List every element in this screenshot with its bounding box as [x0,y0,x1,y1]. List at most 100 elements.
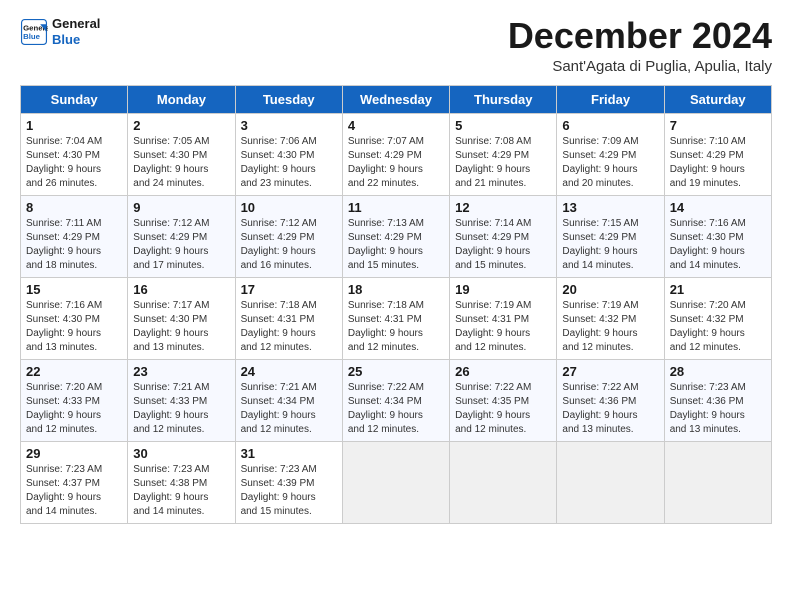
weekday-header-thursday: Thursday [450,85,557,113]
day-number: 18 [348,282,444,297]
calendar-cell: 13Sunrise: 7:15 AM Sunset: 4:29 PM Dayli… [557,195,664,277]
day-info: Sunrise: 7:22 AM Sunset: 4:34 PM Dayligh… [348,381,444,437]
day-number: 8 [26,200,122,215]
day-number: 3 [241,118,337,133]
day-number: 10 [241,200,337,215]
calendar-cell: 12Sunrise: 7:14 AM Sunset: 4:29 PM Dayli… [450,195,557,277]
calendar-cell: 23 Sunrise: 7:21 AM Sunset: 4:33 PM Dayli… [128,359,235,441]
day-info: Sunrise: 7:17 AM Sunset: 4:30 PM Dayligh… [133,299,229,355]
day-info: Sunrise: 7:09 AM Sunset: 4:29 PM Dayligh… [562,135,658,191]
day-number: 22 [26,364,122,379]
day-number: 1 [26,118,122,133]
calendar-cell: 18 Sunrise: 7:18 AM Sunset: 4:31 PM Dayli… [342,277,449,359]
calendar-cell: 20 Sunrise: 7:19 AM Sunset: 4:32 PM Dayli… [557,277,664,359]
calendar-cell [450,441,557,523]
weekday-header-friday: Friday [557,85,664,113]
day-number: 21 [670,282,766,297]
day-number: 25 [348,364,444,379]
day-info: Sunrise: 7:04 AM Sunset: 4:30 PM Dayligh… [26,135,122,191]
calendar-subtitle: Sant'Agata di Puglia, Apulia, Italy [508,58,772,75]
svg-text:Blue: Blue [23,32,41,41]
day-info: Sunrise: 7:23 AM Sunset: 4:36 PM Dayligh… [670,381,766,437]
day-info: Sunrise: 7:18 AM Sunset: 4:31 PM Dayligh… [348,299,444,355]
calendar-cell: 9 Sunrise: 7:12 AM Sunset: 4:29 PM Daylig… [128,195,235,277]
week-row-4: 22Sunrise: 7:20 AM Sunset: 4:33 PM Dayli… [21,359,772,441]
day-info: Sunrise: 7:05 AM Sunset: 4:30 PM Dayligh… [133,135,229,191]
calendar-cell: 31 Sunrise: 7:23 AM Sunset: 4:39 PM Dayli… [235,441,342,523]
calendar-cell [557,441,664,523]
header: General Blue General Blue December 2024 … [20,16,772,75]
calendar-cell: 16 Sunrise: 7:17 AM Sunset: 4:30 PM Dayli… [128,277,235,359]
day-info: Sunrise: 7:21 AM Sunset: 4:33 PM Dayligh… [133,381,229,437]
calendar-cell: 6Sunrise: 7:09 AM Sunset: 4:29 PM Daylig… [557,113,664,195]
day-info: Sunrise: 7:11 AM Sunset: 4:29 PM Dayligh… [26,217,122,273]
calendar-cell: 29Sunrise: 7:23 AM Sunset: 4:37 PM Dayli… [21,441,128,523]
day-info: Sunrise: 7:08 AM Sunset: 4:29 PM Dayligh… [455,135,551,191]
day-number: 19 [455,282,551,297]
day-number: 11 [348,200,444,215]
week-row-3: 15 Sunrise: 7:16 AM Sunset: 4:30 PM Dayli… [21,277,772,359]
calendar-cell: 4 Sunrise: 7:07 AM Sunset: 4:29 PM Daylig… [342,113,449,195]
day-number: 20 [562,282,658,297]
day-number: 28 [670,364,766,379]
calendar-title: December 2024 [508,16,772,56]
calendar-cell: 3 Sunrise: 7:06 AM Sunset: 4:30 PM Daylig… [235,113,342,195]
day-number: 16 [133,282,229,297]
day-number: 13 [562,200,658,215]
calendar-cell: 21Sunrise: 7:20 AM Sunset: 4:32 PM Dayli… [664,277,771,359]
day-info: Sunrise: 7:13 AM Sunset: 4:29 PM Dayligh… [348,217,444,273]
weekday-header-saturday: Saturday [664,85,771,113]
day-info: Sunrise: 7:23 AM Sunset: 4:39 PM Dayligh… [241,463,337,519]
calendar-cell: 26 Sunrise: 7:22 AM Sunset: 4:35 PM Dayli… [450,359,557,441]
day-number: 9 [133,200,229,215]
logo: General Blue General Blue [20,16,100,47]
day-number: 27 [562,364,658,379]
day-number: 26 [455,364,551,379]
day-info: Sunrise: 7:22 AM Sunset: 4:35 PM Dayligh… [455,381,551,437]
week-row-5: 29Sunrise: 7:23 AM Sunset: 4:37 PM Dayli… [21,441,772,523]
day-info: Sunrise: 7:16 AM Sunset: 4:30 PM Dayligh… [26,299,122,355]
calendar-cell: 1 Sunrise: 7:04 AM Sunset: 4:30 PM Daylig… [21,113,128,195]
day-info: Sunrise: 7:14 AM Sunset: 4:29 PM Dayligh… [455,217,551,273]
calendar-cell: 8 Sunrise: 7:11 AM Sunset: 4:29 PM Daylig… [21,195,128,277]
day-info: Sunrise: 7:21 AM Sunset: 4:34 PM Dayligh… [241,381,337,437]
day-number: 31 [241,446,337,461]
calendar-cell: 2 Sunrise: 7:05 AM Sunset: 4:30 PM Daylig… [128,113,235,195]
calendar-cell [664,441,771,523]
day-info: Sunrise: 7:16 AM Sunset: 4:30 PM Dayligh… [670,217,766,273]
calendar-cell: 7 Sunrise: 7:10 AM Sunset: 4:29 PM Daylig… [664,113,771,195]
day-number: 30 [133,446,229,461]
day-number: 5 [455,118,551,133]
day-info: Sunrise: 7:12 AM Sunset: 4:29 PM Dayligh… [241,217,337,273]
calendar-cell [342,441,449,523]
calendar-cell: 27Sunrise: 7:22 AM Sunset: 4:36 PM Dayli… [557,359,664,441]
day-info: Sunrise: 7:19 AM Sunset: 4:32 PM Dayligh… [562,299,658,355]
day-info: Sunrise: 7:23 AM Sunset: 4:37 PM Dayligh… [26,463,122,519]
calendar-cell: 28 Sunrise: 7:23 AM Sunset: 4:36 PM Dayli… [664,359,771,441]
calendar-table: SundayMondayTuesdayWednesdayThursdayFrid… [20,85,772,524]
logo-line2: Blue [52,32,100,48]
weekday-header-sunday: Sunday [21,85,128,113]
day-number: 7 [670,118,766,133]
day-number: 2 [133,118,229,133]
calendar-cell: 19 Sunrise: 7:19 AM Sunset: 4:31 PM Dayli… [450,277,557,359]
day-number: 15 [26,282,122,297]
weekday-header-row: SundayMondayTuesdayWednesdayThursdayFrid… [21,85,772,113]
weekday-header-monday: Monday [128,85,235,113]
day-info: Sunrise: 7:12 AM Sunset: 4:29 PM Dayligh… [133,217,229,273]
calendar-cell: 17Sunrise: 7:18 AM Sunset: 4:31 PM Dayli… [235,277,342,359]
calendar-cell: 30Sunrise: 7:23 AM Sunset: 4:38 PM Dayli… [128,441,235,523]
title-block: December 2024 Sant'Agata di Puglia, Apul… [508,16,772,75]
calendar-cell: 10 Sunrise: 7:12 AM Sunset: 4:29 PM Dayli… [235,195,342,277]
day-info: Sunrise: 7:19 AM Sunset: 4:31 PM Dayligh… [455,299,551,355]
week-row-2: 8 Sunrise: 7:11 AM Sunset: 4:29 PM Daylig… [21,195,772,277]
weekday-header-wednesday: Wednesday [342,85,449,113]
day-info: Sunrise: 7:07 AM Sunset: 4:29 PM Dayligh… [348,135,444,191]
day-number: 17 [241,282,337,297]
day-info: Sunrise: 7:06 AM Sunset: 4:30 PM Dayligh… [241,135,337,191]
day-info: Sunrise: 7:10 AM Sunset: 4:29 PM Dayligh… [670,135,766,191]
day-number: 4 [348,118,444,133]
calendar-cell: 22Sunrise: 7:20 AM Sunset: 4:33 PM Dayli… [21,359,128,441]
day-number: 23 [133,364,229,379]
calendar-cell: 5 Sunrise: 7:08 AM Sunset: 4:29 PM Daylig… [450,113,557,195]
